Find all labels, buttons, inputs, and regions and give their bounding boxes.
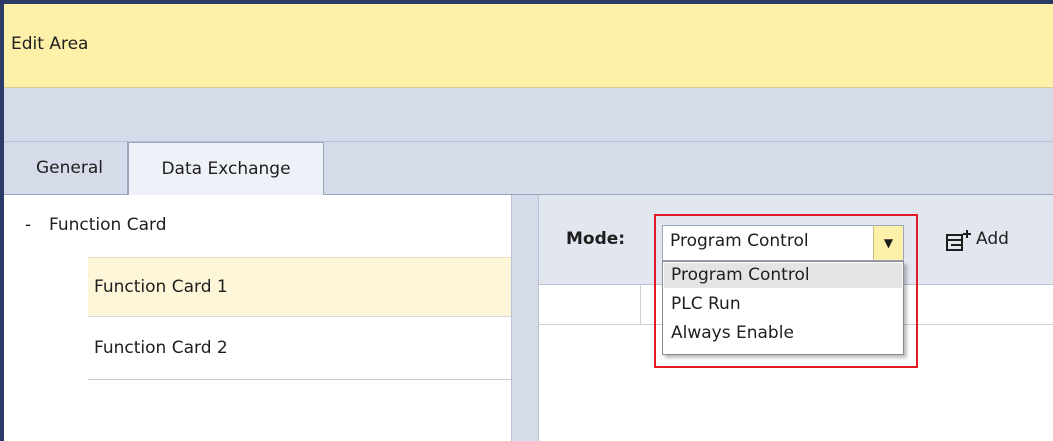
tree-item-label: Function Card 1 — [94, 277, 228, 297]
annotation-highlight-box — [654, 214, 918, 368]
mode-label: Mode: — [566, 229, 626, 249]
tree-item-function-card-2[interactable]: Function Card 2 — [88, 317, 511, 380]
grid-column-divider — [640, 285, 641, 325]
tree-root-label: Function Card — [49, 215, 167, 235]
toolbar-strip — [4, 88, 1053, 142]
tab-data-exchange[interactable]: Data Exchange — [128, 142, 324, 195]
tab-general-label: General — [36, 158, 103, 178]
tree-root-function-card[interactable]: - Function Card — [25, 215, 166, 235]
edit-area-title-bar — [4, 4, 1053, 88]
tab-general[interactable]: General — [12, 142, 128, 194]
add-button-label[interactable]: Add — [976, 229, 1009, 249]
tab-bar: General Data Exchange — [4, 142, 1053, 195]
tree-item-function-card-1[interactable]: Function Card 1 — [88, 257, 511, 317]
tab-data-exchange-label: Data Exchange — [161, 159, 291, 179]
collapse-toggle[interactable]: - — [25, 215, 49, 235]
edit-area-title: Edit Area — [11, 34, 89, 54]
panel-splitter[interactable] — [511, 195, 539, 441]
add-list-icon[interactable] — [946, 227, 972, 257]
tree-item-label: Function Card 2 — [94, 338, 228, 358]
